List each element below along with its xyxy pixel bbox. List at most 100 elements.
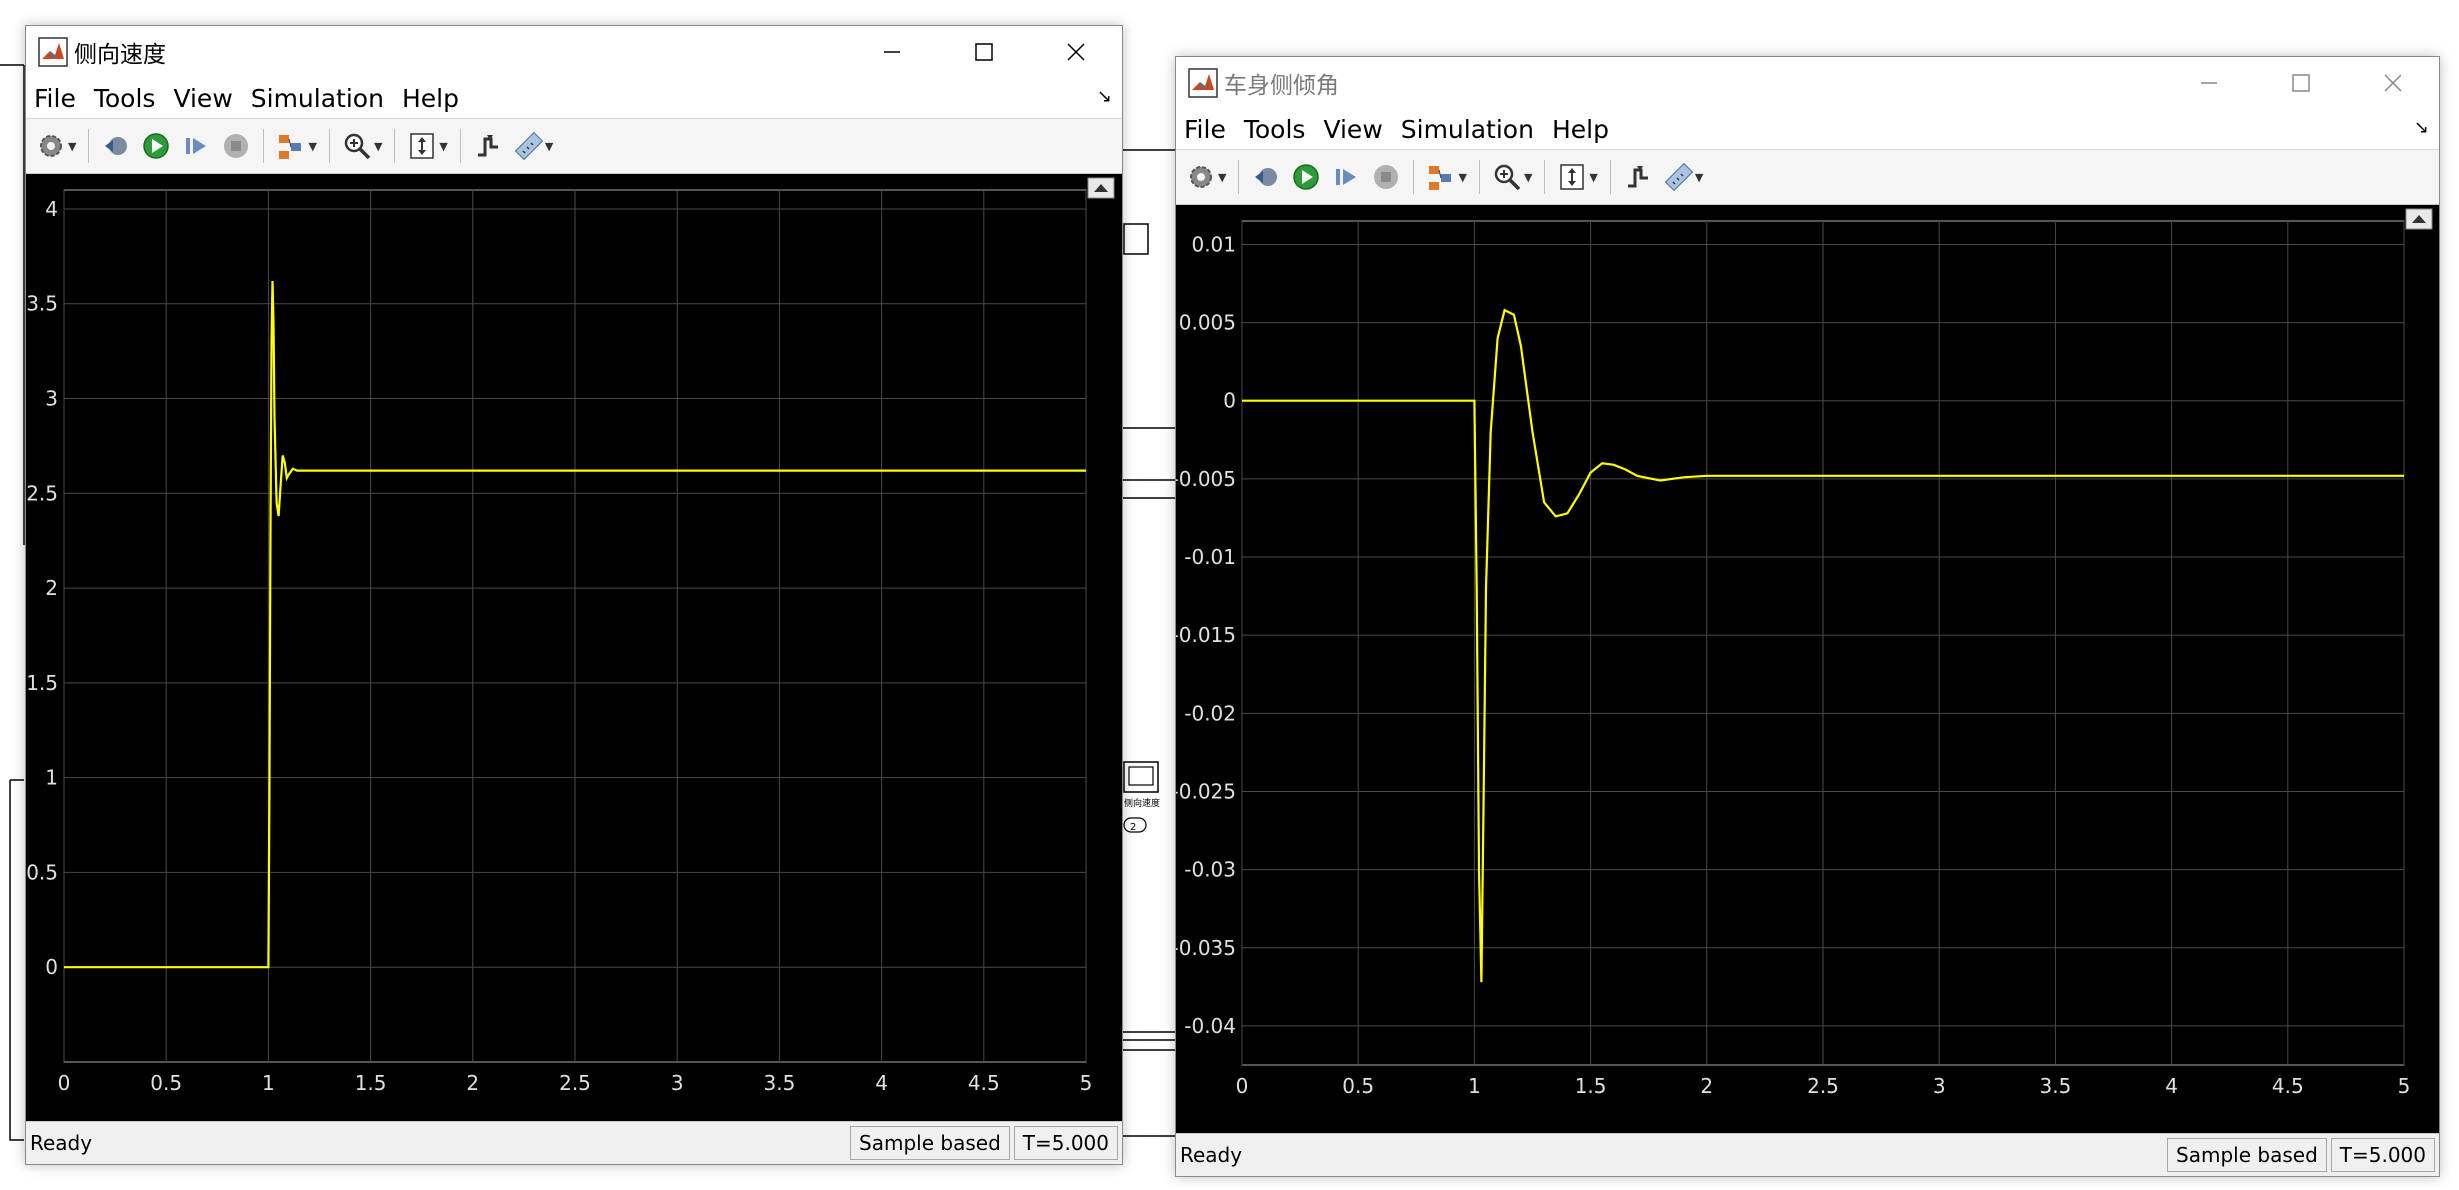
menu-help[interactable]: Help bbox=[402, 84, 459, 113]
toolbar-separator bbox=[328, 129, 330, 163]
menu-simulation[interactable]: Simulation bbox=[251, 84, 384, 113]
autoscale-dropdown-icon[interactable]: ▼ bbox=[1589, 171, 1597, 184]
settings-dropdown-icon[interactable]: ▼ bbox=[1218, 171, 1226, 184]
toolbar-separator bbox=[1544, 160, 1546, 194]
zoom-dropdown-icon[interactable]: ▼ bbox=[374, 140, 382, 153]
menu-simulation[interactable]: Simulation bbox=[1401, 115, 1534, 144]
zoom-dropdown-icon[interactable]: ▼ bbox=[1524, 171, 1532, 184]
stop-icon[interactable] bbox=[1369, 160, 1403, 194]
x-tick-label: 0 bbox=[58, 1071, 71, 1095]
y-tick-label: 0.005 bbox=[1179, 311, 1236, 335]
x-tick-label: 0 bbox=[1236, 1074, 1249, 1098]
measurements-dropdown-icon[interactable]: ▼ bbox=[1695, 171, 1703, 184]
close-button[interactable] bbox=[1030, 26, 1122, 78]
x-tick-label: 1.5 bbox=[1575, 1074, 1607, 1098]
highlight-dropdown-icon[interactable]: ▼ bbox=[308, 140, 316, 153]
toolbar-separator bbox=[1609, 160, 1611, 194]
zoom-icon[interactable] bbox=[340, 129, 374, 163]
status-bar: Ready Sample based T=5.000 bbox=[26, 1121, 1122, 1164]
toolbar-separator bbox=[394, 129, 396, 163]
window-title: 侧向速度 bbox=[74, 42, 166, 68]
step-forward-icon[interactable] bbox=[1329, 160, 1363, 194]
minimize-button[interactable] bbox=[846, 26, 938, 78]
simulation-time: T=5.000 bbox=[2330, 1138, 2435, 1172]
close-icon bbox=[1067, 43, 1085, 61]
toolbar-separator bbox=[263, 129, 265, 163]
toolbar-separator bbox=[1238, 160, 1240, 194]
step-back-icon[interactable] bbox=[1249, 160, 1283, 194]
y-tick-label: -0.01 bbox=[1184, 545, 1236, 569]
triggers-icon[interactable] bbox=[471, 129, 505, 163]
simulation-time: T=5.000 bbox=[1013, 1126, 1118, 1160]
restore-axes-icon[interactable] bbox=[1087, 177, 1115, 199]
status-ready: Ready bbox=[30, 1131, 93, 1155]
y-tick-label: -0.03 bbox=[1184, 858, 1236, 882]
settings-dropdown-icon[interactable]: ▼ bbox=[68, 140, 76, 153]
menu-bar: File Tools View Simulation Help ↘ bbox=[1176, 109, 2439, 149]
menu-tools[interactable]: Tools bbox=[94, 84, 156, 113]
x-tick-label: 3 bbox=[671, 1071, 684, 1095]
toolbar-separator bbox=[1413, 160, 1415, 194]
scope-plot-area[interactable]: 0 0.5 1 1.5 2 2.5 3 3.5 4 4.5 5 0.01 0.005 0 -0.005 -0.… bbox=[1176, 205, 2439, 1134]
close-button[interactable] bbox=[2347, 57, 2439, 109]
settings-gear-icon[interactable] bbox=[1184, 160, 1218, 194]
scope-chart[interactable]: 0 0.5 1 1.5 2 2.5 3 3.5 4 4.5 5 0.01 0.005 0 -0.005 -0.… bbox=[1176, 205, 2439, 1134]
maximize-button[interactable] bbox=[2255, 57, 2347, 109]
measurements-icon[interactable] bbox=[1661, 160, 1695, 194]
status-ready: Ready bbox=[1180, 1143, 1243, 1167]
toolbar-separator bbox=[459, 129, 461, 163]
status-bar: Ready Sample based T=5.000 bbox=[1176, 1133, 2439, 1176]
menu-file[interactable]: File bbox=[34, 84, 76, 113]
highlight-simulink-block-icon[interactable] bbox=[1424, 160, 1458, 194]
highlight-dropdown-icon[interactable]: ▼ bbox=[1458, 171, 1466, 184]
settings-gear-icon[interactable] bbox=[34, 129, 68, 163]
minimize-icon bbox=[884, 51, 900, 53]
stop-icon[interactable] bbox=[219, 129, 253, 163]
menu-help[interactable]: Help bbox=[1552, 115, 1609, 144]
maximize-button[interactable] bbox=[938, 26, 1030, 78]
run-icon[interactable] bbox=[1289, 160, 1323, 194]
autoscale-icon[interactable] bbox=[1555, 160, 1589, 194]
highlight-simulink-block-icon[interactable] bbox=[274, 129, 308, 163]
x-tick-label: 2.5 bbox=[1807, 1074, 1839, 1098]
menu-tools[interactable]: Tools bbox=[1244, 115, 1306, 144]
toolbar: ▼ ▼ ▼ ▼ ▼ bbox=[26, 118, 1122, 174]
y-tick-label: -0.035 bbox=[1176, 936, 1236, 960]
y-tick-label: 0.5 bbox=[26, 860, 58, 884]
run-icon[interactable] bbox=[139, 129, 173, 163]
y-tick-label: 0.01 bbox=[1191, 232, 1236, 256]
menu-view[interactable]: View bbox=[173, 84, 232, 113]
scope-chart[interactable]: 0 0.5 1 1.5 2 2.5 3 3.5 4 4.5 5 0 0.5 1 1.5 2 2.5 3 3.5 4 bbox=[26, 174, 1122, 1122]
measurements-dropdown-icon[interactable]: ▼ bbox=[545, 140, 553, 153]
background-port-number: 2 bbox=[1130, 822, 1136, 833]
triggers-icon[interactable] bbox=[1621, 160, 1655, 194]
undock-arrow-icon[interactable]: ↘ bbox=[1097, 86, 1112, 107]
x-tick-label: 1 bbox=[262, 1071, 275, 1095]
zoom-icon[interactable] bbox=[1490, 160, 1524, 194]
step-forward-icon[interactable] bbox=[179, 129, 213, 163]
y-tick-label: 2.5 bbox=[26, 481, 58, 505]
y-tick-label: -0.005 bbox=[1176, 467, 1236, 491]
menu-view[interactable]: View bbox=[1323, 115, 1382, 144]
minimize-button[interactable] bbox=[2163, 57, 2255, 109]
autoscale-dropdown-icon[interactable]: ▼ bbox=[439, 140, 447, 153]
autoscale-icon[interactable] bbox=[405, 129, 439, 163]
y-tick-label: 0 bbox=[1223, 389, 1236, 413]
y-tick-label: 3.5 bbox=[26, 292, 58, 316]
y-tick-label: 4 bbox=[45, 197, 58, 221]
title-bar[interactable]: 车身侧倾角 bbox=[1176, 57, 2439, 109]
y-tick-label: -0.015 bbox=[1176, 623, 1236, 647]
title-bar[interactable]: 侧向速度 bbox=[26, 26, 1122, 78]
step-back-icon[interactable] bbox=[99, 129, 133, 163]
measurements-icon[interactable] bbox=[511, 129, 545, 163]
x-tick-label: 1.5 bbox=[355, 1071, 387, 1095]
maximize-icon bbox=[975, 43, 993, 61]
menu-file[interactable]: File bbox=[1184, 115, 1226, 144]
x-tick-label: 5 bbox=[1080, 1071, 1093, 1095]
matlab-icon bbox=[1188, 68, 1218, 98]
scope-plot-area[interactable]: 0 0.5 1 1.5 2 2.5 3 3.5 4 4.5 5 0 0.5 1 1.5 2 2.5 3 3.5 4 bbox=[26, 174, 1122, 1122]
undock-arrow-icon[interactable]: ↘ bbox=[2414, 117, 2429, 138]
y-tick-label: -0.025 bbox=[1176, 779, 1236, 803]
restore-axes-icon[interactable] bbox=[2405, 208, 2433, 230]
x-tick-label: 1 bbox=[1468, 1074, 1481, 1098]
